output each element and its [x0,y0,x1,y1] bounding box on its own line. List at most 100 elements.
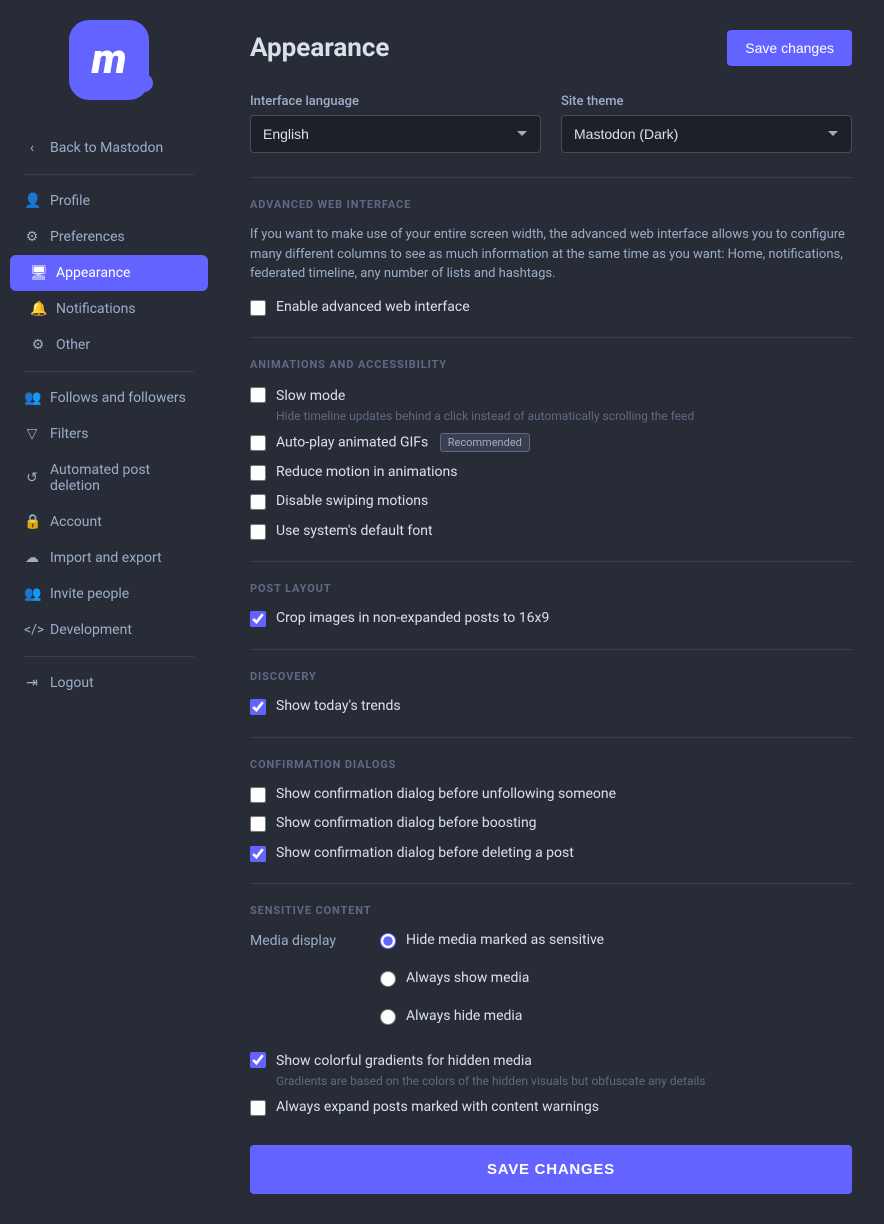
sidebar-item-preferences[interactable]: ⚙ Preferences [10,219,208,255]
automated-icon: ↺ [24,470,40,486]
advanced-web-section-title: ADVANCED WEB INTERFACE [250,198,852,211]
development-icon: </> [24,622,40,638]
radio-always-show[interactable] [380,971,396,987]
import-icon: ☁ [24,550,40,566]
language-theme-row: Interface language English Español Franç… [250,94,852,153]
logo-letter: m [91,39,126,81]
language-label: Interface language [250,94,541,109]
theme-group: Site theme Mastodon (Dark) Mastodon (Lig… [561,94,852,153]
sidebar-item-follows[interactable]: 👥 Follows and followers [10,380,208,416]
sidebar-divider-3 [24,656,194,657]
system-font-label: Use system's default font [276,522,433,542]
sidebar-item-account-label: Account [50,514,102,530]
unfollow-confirm-checkbox[interactable] [250,787,266,803]
sidebar-item-account[interactable]: 🔒 Account [10,504,208,540]
unfollow-confirm-row: Show confirmation dialog before unfollow… [250,785,852,805]
logout-icon: ⇥ [24,675,40,691]
boost-confirm-checkbox[interactable] [250,816,266,832]
animations-section-title: ANIMATIONS AND ACCESSIBILITY [250,358,852,371]
notifications-icon: 🔔 [30,301,46,317]
sidebar-item-back[interactable]: ‹ Back to Mastodon [10,130,208,166]
save-changes-button-bottom[interactable]: SAVE CHANGES [250,1145,852,1194]
boost-confirm-label: Show confirmation dialog before boosting [276,814,537,834]
confirmation-section-title: CONFIRMATION DIALOGS [250,758,852,771]
language-select[interactable]: English Español Français Deutsch 日本語 [250,115,541,153]
show-trends-label: Show today's trends [276,697,401,717]
expand-warnings-label: Always expand posts marked with content … [276,1098,599,1118]
autoplay-checkbox[interactable] [250,435,266,451]
main-content: Appearance Save changes Interface langua… [218,0,884,1224]
sensitive-section-title: SENSITIVE CONTENT [250,904,852,917]
sidebar-item-import[interactable]: ☁ Import and export [10,540,208,576]
sidebar-item-appearance[interactable]: 🖥 Appearance [10,255,208,291]
crop-images-checkbox[interactable] [250,611,266,627]
post-layout-section-title: POST LAYOUT [250,582,852,595]
radio-hide-sensitive[interactable] [380,933,396,949]
sidebar-item-logout[interactable]: ⇥ Logout [10,665,208,701]
sidebar-nav: ‹ Back to Mastodon 👤 Profile ⚙ Preferenc… [0,130,218,701]
expand-warnings-row: Always expand posts marked with content … [250,1098,852,1118]
sidebar-item-development[interactable]: </> Development [10,612,208,648]
media-display-label: Media display [250,931,360,1036]
sidebar-item-automated-label: Automated post deletion [50,462,194,494]
disable-swiping-checkbox[interactable] [250,494,266,510]
show-trends-checkbox[interactable] [250,699,266,715]
radio-always-hide-label: Always hide media [406,1007,522,1027]
sidebar-item-filters-label: Filters [50,426,89,442]
crop-images-row: Crop images in non-expanded posts to 16x… [250,609,852,629]
sidebar-item-invite-label: Invite people [50,586,129,602]
colorful-gradients-row: Show colorful gradients for hidden media… [250,1050,852,1088]
reduce-motion-label: Reduce motion in animations [276,463,458,483]
disable-swiping-row: Disable swiping motions [250,492,852,512]
logo: m [69,20,149,100]
sidebar-item-back-label: Back to Mastodon [50,140,163,156]
colorful-gradients-label: Show colorful gradients for hidden media [276,1053,532,1069]
main-header: Appearance Save changes [250,30,852,66]
slow-mode-text: Slow mode Hide timeline updates behind a… [276,385,694,423]
unfollow-confirm-label: Show confirmation dialog before unfollow… [276,785,616,805]
trends-row: Show today's trends [250,697,852,717]
logo-tail [135,74,153,92]
theme-select[interactable]: Mastodon (Dark) Mastodon (Light) High Co… [561,115,852,153]
recommended-badge: Recommended [440,433,530,452]
sidebar-item-other[interactable]: ⚙ Other [10,327,208,363]
sidebar-item-notifications[interactable]: 🔔 Notifications [10,291,208,327]
save-changes-button-top[interactable]: Save changes [727,30,852,66]
profile-icon: 👤 [24,193,40,209]
radio-hide-sensitive-row: Hide media marked as sensitive [380,931,604,951]
system-font-row: Use system's default font [250,522,852,542]
system-font-checkbox[interactable] [250,524,266,540]
sidebar-item-invite[interactable]: 👥 Invite people [10,576,208,612]
enable-advanced-row: Enable advanced web interface [250,298,852,318]
autoplay-label: Auto-play animated GIFs Recommended [276,433,530,453]
divider-1 [250,177,852,178]
divider-3 [250,561,852,562]
expand-warnings-checkbox[interactable] [250,1100,266,1116]
slow-mode-label: Slow mode [276,388,345,404]
other-icon: ⚙ [30,337,46,353]
slow-mode-checkbox[interactable] [250,387,266,403]
sidebar-item-filters[interactable]: ▽ Filters [10,416,208,452]
appearance-icon: 🖥 [30,265,46,281]
media-display-row: Media display Hide media marked as sensi… [250,931,852,1036]
delete-confirm-row: Show confirmation dialog before deleting… [250,844,852,864]
account-icon: 🔒 [24,514,40,530]
invite-icon: 👥 [24,586,40,602]
sidebar-item-automated[interactable]: ↺ Automated post deletion [10,452,208,504]
sidebar-divider-2 [24,371,194,372]
radio-always-hide[interactable] [380,1009,396,1025]
delete-confirm-checkbox[interactable] [250,846,266,862]
autoplay-row: Auto-play animated GIFs Recommended [250,433,852,453]
colorful-gradients-checkbox[interactable] [250,1052,266,1068]
sidebar: m ‹ Back to Mastodon 👤 Profile ⚙ Prefere… [0,0,218,1224]
delete-confirm-label: Show confirmation dialog before deleting… [276,844,574,864]
reduce-motion-checkbox[interactable] [250,465,266,481]
divider-6 [250,883,852,884]
crop-images-label: Crop images in non-expanded posts to 16x… [276,609,549,629]
sidebar-item-appearance-label: Appearance [56,265,130,281]
page-title: Appearance [250,33,389,63]
sidebar-item-logout-label: Logout [50,675,94,691]
enable-advanced-checkbox[interactable] [250,300,266,316]
sidebar-item-profile[interactable]: 👤 Profile [10,183,208,219]
divider-4 [250,649,852,650]
